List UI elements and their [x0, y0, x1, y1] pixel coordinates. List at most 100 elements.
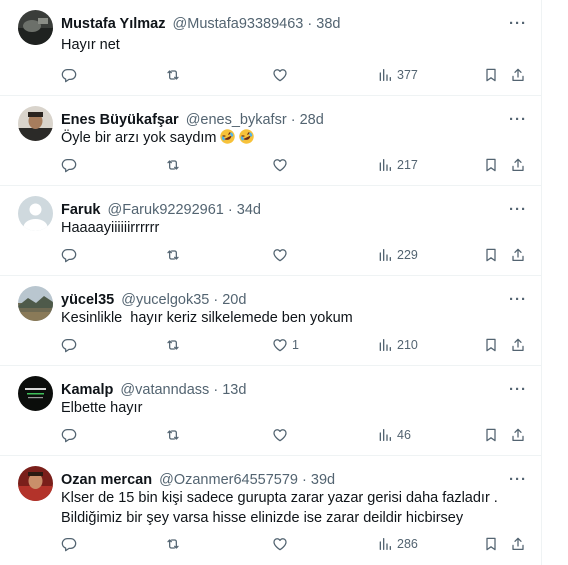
timestamp[interactable]: 34d: [237, 202, 261, 218]
views-button[interactable]: 46: [377, 425, 411, 445]
rofl-emoji-icon: [219, 129, 235, 144]
tweet-3[interactable]: yücel35 @yucelgok35 · 20d ··· Kesinlikle…: [0, 276, 542, 366]
reply-button[interactable]: [61, 155, 77, 175]
tweet-1[interactable]: Enes Büyükafşar @enes_bykafsr · 28d ··· …: [0, 96, 542, 186]
views-button[interactable]: 229: [377, 245, 418, 265]
retweet-button[interactable]: [165, 155, 181, 175]
more-icon[interactable]: ···: [507, 290, 529, 310]
like-button[interactable]: [272, 425, 292, 445]
retweet-button[interactable]: [165, 245, 181, 265]
like-count: 1: [292, 338, 299, 352]
retweet-icon: [167, 160, 179, 170]
avatar[interactable]: [18, 196, 53, 231]
action-bar: 377: [0, 65, 542, 85]
avatar[interactable]: [18, 466, 53, 501]
tweet-text: Kesinlikle hayır keriz silkelemede ben y…: [61, 310, 353, 326]
avatar[interactable]: [18, 376, 53, 411]
timestamp[interactable]: 20d: [222, 292, 246, 308]
timestamp[interactable]: 39d: [311, 472, 335, 488]
display-name[interactable]: Mustafa Yılmaz: [61, 16, 166, 32]
reply-button[interactable]: [61, 534, 77, 554]
display-name[interactable]: Ozan mercan: [61, 472, 152, 488]
share-icon: [512, 158, 524, 171]
view-count: 286: [397, 537, 418, 551]
separator: ·: [290, 112, 296, 128]
tweet-header: Ozan mercan @Ozanmer64557579 · 39d: [61, 470, 335, 490]
tweet-text-body: Öyle bir arzı yok saydım: [61, 130, 217, 146]
like-button[interactable]: [272, 65, 292, 85]
like-button[interactable]: 1: [272, 335, 299, 355]
separator: ·: [302, 472, 307, 488]
avatar[interactable]: [18, 10, 53, 45]
more-icon[interactable]: ···: [507, 200, 529, 220]
retweet-button[interactable]: [165, 335, 181, 355]
like-icon: [273, 429, 287, 442]
tweet-5[interactable]: Ozan mercan @Ozanmer64557579 · 39d ··· K…: [0, 456, 542, 565]
reply-button[interactable]: [61, 425, 77, 445]
handle[interactable]: @Ozanmer64557579: [159, 472, 298, 488]
views-icon: [379, 538, 391, 550]
like-icon: [273, 159, 287, 172]
bookmark-button[interactable]: [483, 425, 499, 445]
separator: ·: [213, 292, 219, 308]
display-name[interactable]: Faruk: [61, 202, 101, 218]
handle[interactable]: @Mustafa93389463: [173, 16, 304, 32]
tweet-text: Haaaayiiiiiirrrrrr: [61, 220, 160, 236]
display-name[interactable]: Enes Büyükafşar: [61, 112, 179, 128]
more-icon[interactable]: ···: [507, 110, 529, 130]
share-icon: [512, 68, 524, 81]
retweet-button[interactable]: [165, 425, 181, 445]
bookmark-button[interactable]: [483, 335, 499, 355]
handle[interactable]: @vatanndass: [120, 382, 209, 398]
views-button[interactable]: 377: [377, 65, 418, 85]
like-button[interactable]: [272, 245, 292, 265]
handle[interactable]: @Faruk92292961: [108, 202, 224, 218]
more-icon[interactable]: ···: [507, 14, 529, 34]
views-button[interactable]: 217: [377, 155, 418, 175]
views-button[interactable]: 210: [377, 335, 418, 355]
retweet-icon: [167, 430, 179, 440]
views-icon: [379, 159, 391, 171]
views-button[interactable]: 286: [377, 534, 418, 554]
bookmark-icon: [486, 338, 496, 352]
bookmark-button[interactable]: [483, 245, 499, 265]
avatar[interactable]: [18, 286, 53, 321]
view-count: 229: [397, 248, 418, 262]
tweet-header: Faruk @Faruk92292961 · 34d: [61, 200, 261, 220]
bookmark-button[interactable]: [483, 155, 499, 175]
share-button[interactable]: [510, 65, 526, 85]
more-icon[interactable]: ···: [507, 380, 529, 400]
retweet-button[interactable]: [165, 534, 181, 554]
bookmark-button[interactable]: [483, 65, 499, 85]
share-button[interactable]: [510, 155, 526, 175]
share-button[interactable]: [510, 534, 526, 554]
like-button[interactable]: [272, 534, 292, 554]
retweet-button[interactable]: [165, 65, 181, 85]
share-icon: [512, 537, 524, 550]
share-button[interactable]: [510, 425, 526, 445]
tweet-0[interactable]: Mustafa Yılmaz @Mustafa93389463 · 38d ··…: [0, 0, 542, 96]
action-bar: 217: [0, 155, 542, 175]
display-name[interactable]: yücel35: [61, 292, 114, 308]
tweet-2[interactable]: Faruk @Faruk92292961 · 34d ··· Haaaayiii…: [0, 186, 542, 276]
handle[interactable]: @enes_bykafsr: [186, 112, 287, 128]
reply-button[interactable]: [61, 65, 77, 85]
display-name[interactable]: Kamalp: [61, 382, 113, 398]
reply-button[interactable]: [61, 335, 77, 355]
share-button[interactable]: [510, 335, 526, 355]
bookmark-icon: [486, 428, 496, 442]
view-count: 217: [397, 158, 418, 172]
share-button[interactable]: [510, 245, 526, 265]
timestamp[interactable]: 38d: [316, 16, 340, 32]
timestamp[interactable]: 28d: [300, 112, 324, 128]
reply-button[interactable]: [61, 245, 77, 265]
retweet-icon: [167, 250, 179, 260]
like-button[interactable]: [272, 155, 292, 175]
bookmark-button[interactable]: [483, 534, 499, 554]
like-icon: [273, 249, 287, 262]
more-icon[interactable]: ···: [507, 470, 529, 490]
tweet-4[interactable]: Kamalp @vatanndass · 13d ··· Elbette hay…: [0, 366, 542, 456]
avatar[interactable]: [18, 106, 53, 141]
handle[interactable]: @yucelgok35: [121, 292, 209, 308]
timestamp[interactable]: 13d: [222, 382, 246, 398]
